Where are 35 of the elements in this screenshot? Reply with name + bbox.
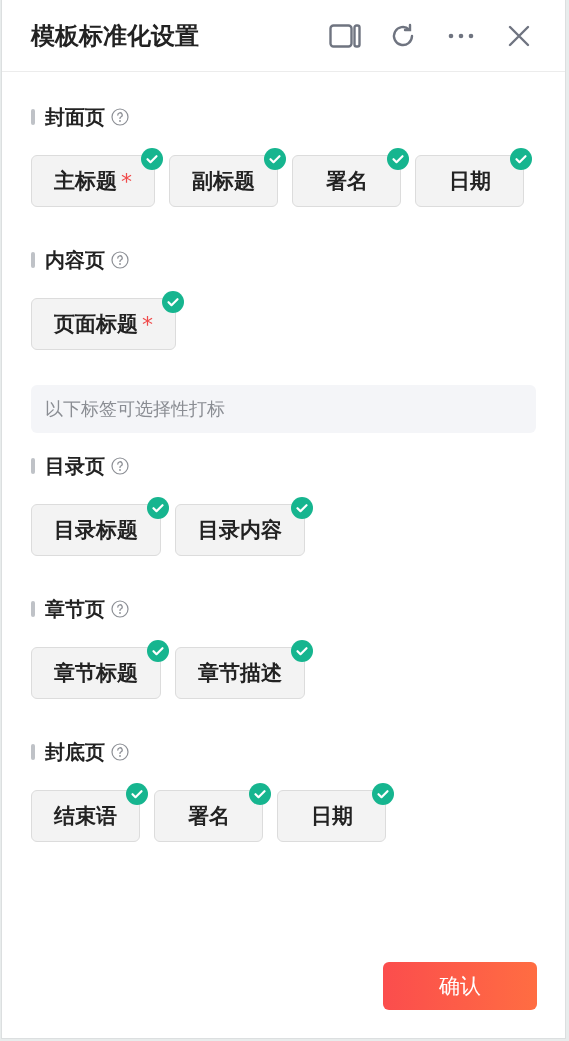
section-marker [31,252,35,268]
tag-chip[interactable]: 目录标题 [31,504,161,556]
section-marker [31,458,35,474]
section-title: 章节页 [45,595,105,623]
tag-chip[interactable]: 副标题 [169,155,278,207]
tag-chip[interactable]: 章节标题 [31,647,161,699]
refresh-icon [390,22,416,49]
tag-chip[interactable]: 页面标题 * [31,298,176,350]
help-icon[interactable] [111,108,129,126]
hint-banner: 以下标签可选择性打标 [31,385,536,433]
required-mark: * [142,311,153,337]
section-marker [31,744,35,760]
section-marker [31,109,35,125]
tag-chip[interactable]: 日期 [277,790,386,842]
tag-chip[interactable]: 署名 [292,155,401,207]
more-icon [448,32,474,39]
help-icon[interactable] [111,600,129,618]
required-mark: * [121,168,132,194]
tag-chip[interactable]: 日期 [415,155,524,207]
help-icon[interactable] [111,743,129,761]
section-title: 目录页 [45,452,105,480]
tag-chip[interactable]: 目录内容 [175,504,305,556]
tag-chip[interactable]: 署名 [154,790,263,842]
section-title: 内容页 [45,246,105,274]
tag-chip[interactable]: 章节描述 [175,647,305,699]
help-icon[interactable] [111,251,129,269]
section-title: 封面页 [45,103,105,131]
help-icon[interactable] [111,457,129,475]
section-title: 封底页 [45,738,105,766]
section-marker [31,601,35,617]
window-title: 模板标准化设置 [31,20,200,52]
tag-chip[interactable]: 结束语 [31,790,140,842]
tag-chip[interactable]: 主标题 * [31,155,155,207]
panel-icon [329,23,361,48]
close-icon [508,24,530,47]
